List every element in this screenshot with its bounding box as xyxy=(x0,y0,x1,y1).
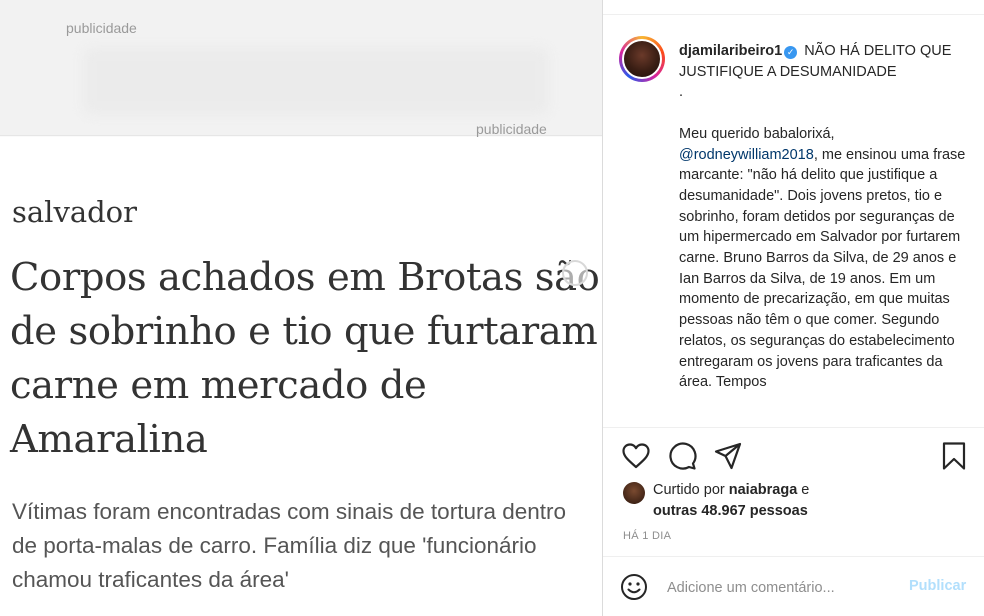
avatar[interactable] xyxy=(622,39,662,79)
bookmark-icon[interactable] xyxy=(939,441,969,471)
post-image[interactable]: publicidade publicidade salvador Corpos … xyxy=(0,0,602,616)
ad-label: publicidade xyxy=(476,121,547,137)
post-side-panel: djamilaribeiro1 ✓ NÃO HÁ DELITO QUE JUSTI… xyxy=(602,0,984,616)
ad-label: publicidade xyxy=(66,20,137,36)
post-actions xyxy=(621,441,971,471)
section-divider xyxy=(603,556,984,557)
author-username[interactable]: djamilaribeiro1 xyxy=(679,43,782,59)
caption-intro: Meu querido babalorixá, xyxy=(679,125,835,142)
caption-body: , me ensinou uma frase marcante: "não há… xyxy=(679,146,966,391)
liked-by-user[interactable]: naiabraga xyxy=(729,482,798,498)
post-caption: djamilaribeiro1 ✓ NÃO HÁ DELITO QUE JUSTI… xyxy=(679,41,969,426)
likes-count[interactable]: outras 48.967 pessoas xyxy=(653,503,808,519)
caption-mention[interactable]: @rodneywilliam2018 xyxy=(679,147,814,163)
panel-divider xyxy=(603,14,984,15)
caption-dot: . xyxy=(679,84,684,101)
publish-button[interactable]: Publicar xyxy=(909,578,966,594)
article-subhead: Vítimas foram encontradas com sinais de … xyxy=(12,499,567,592)
avatar[interactable] xyxy=(623,482,645,504)
section-divider xyxy=(603,427,984,428)
paper-plane-icon[interactable] xyxy=(713,441,743,471)
author-avatar-story-ring[interactable] xyxy=(619,36,665,82)
ad-banner: publicidade publicidade xyxy=(0,0,602,137)
post-timestamp[interactable]: HÁ 1 DIA xyxy=(623,530,671,542)
verified-badge-icon: ✓ xyxy=(784,46,798,59)
smiley-icon[interactable] xyxy=(619,572,649,602)
comment-input[interactable] xyxy=(667,576,897,600)
heart-icon[interactable] xyxy=(621,441,651,471)
loading-spinner-icon xyxy=(562,260,588,286)
liked-by-mid: e xyxy=(797,482,810,498)
ad-placeholder xyxy=(84,48,548,114)
news-article: salvador Corpos achados em Brotas são de… xyxy=(0,137,602,616)
comment-bubble-icon[interactable] xyxy=(667,441,697,471)
article-section: salvador xyxy=(12,195,138,229)
liked-by-prefix: Curtido por xyxy=(653,482,729,498)
article-headline: Corpos achados em Brotas são de sobrinho… xyxy=(10,255,600,462)
